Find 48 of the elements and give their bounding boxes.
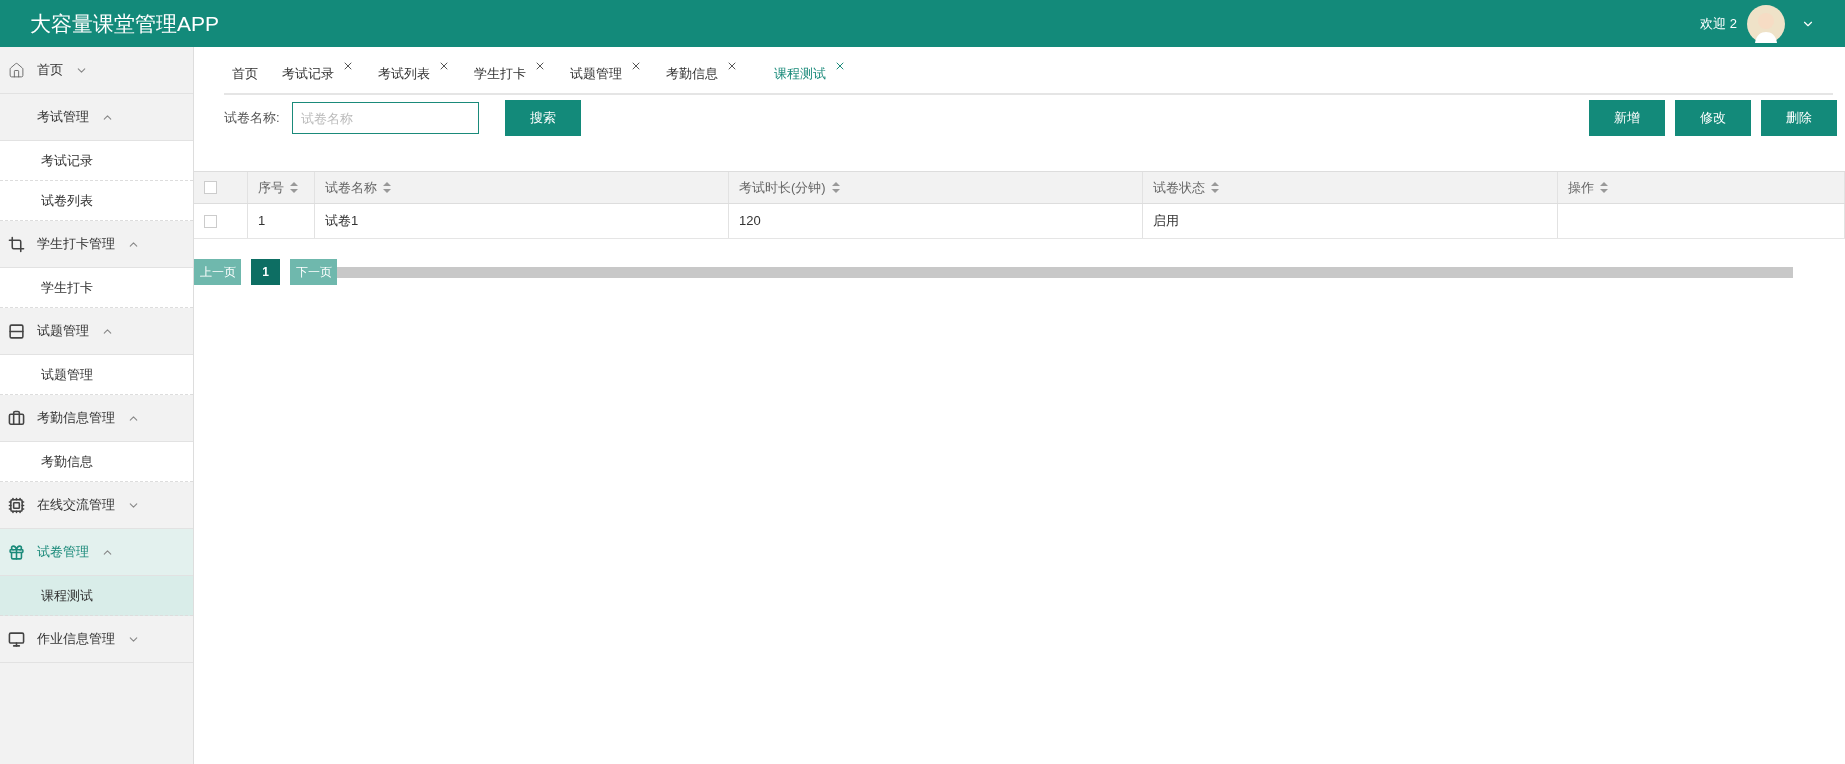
scrollbar[interactable] — [337, 266, 1793, 278]
sidebar-item[interactable]: 试卷列表 — [0, 181, 193, 221]
checkbox[interactable] — [204, 214, 217, 228]
bars-icon — [8, 322, 25, 340]
table-cell-text: 120 — [739, 212, 761, 231]
column-header: 序号 — [258, 178, 284, 197]
sidebar-item[interactable]: 考勤信息 — [0, 442, 193, 482]
column-header: 试卷状态 — [1153, 178, 1205, 197]
briefcase-icon — [8, 409, 25, 427]
column-header: 考试时长(分钟) — [739, 178, 826, 197]
monitor-icon — [8, 630, 25, 648]
sidebar-item[interactable]: 考试记录 — [0, 141, 193, 181]
sidebar-item[interactable]: 学生打卡 — [0, 268, 193, 308]
home-icon — [8, 61, 25, 79]
avatar[interactable] — [1747, 4, 1785, 43]
gift-icon — [8, 543, 25, 561]
tab[interactable]: 学生打卡 — [466, 59, 554, 83]
column-header: 试卷名称 — [325, 178, 377, 197]
search-label: 试卷名称: — [224, 109, 280, 128]
checkbox[interactable] — [204, 181, 217, 194]
sort-icon[interactable] — [290, 182, 298, 193]
page-button[interactable]: 1 — [251, 259, 280, 285]
table-cell-text: 启用 — [1153, 212, 1179, 231]
sort-icon[interactable] — [831, 182, 840, 193]
tab[interactable]: 课程测试 — [766, 59, 854, 83]
action-button[interactable]: 新增 — [1589, 100, 1665, 136]
tab[interactable]: 考试记录 — [274, 59, 362, 83]
tab[interactable]: 试题管理 — [562, 59, 650, 83]
app-title: 大容量课堂管理APP — [30, 10, 220, 37]
column-header: 操作 — [1568, 178, 1594, 197]
sidebar-item[interactable]: 试题管理 — [0, 355, 193, 395]
sort-icon[interactable] — [383, 182, 391, 193]
welcome-text: 欢迎 2 — [1700, 14, 1737, 33]
tab[interactable]: 首页 — [224, 59, 266, 83]
sort-icon[interactable] — [1211, 182, 1219, 193]
table-cell-text: 1 — [258, 212, 266, 231]
table-cell-text: 试卷1 — [325, 212, 359, 231]
sort-icon[interactable] — [1600, 182, 1608, 193]
action-button[interactable]: 修改 — [1675, 100, 1751, 136]
sidebar-group[interactable]: 试卷管理 — [0, 529, 193, 576]
tab[interactable]: 考试列表 — [370, 59, 458, 83]
search-field[interactable]: 试卷名称 — [291, 102, 479, 134]
tab[interactable]: 考勤信息 — [658, 59, 746, 83]
search-button[interactable]: 搜索 — [504, 100, 581, 136]
sidebar-item[interactable]: 课程测试 — [0, 576, 193, 616]
crop-icon — [8, 235, 25, 253]
chip-icon — [8, 496, 25, 514]
action-button[interactable]: 删除 — [1761, 100, 1837, 136]
